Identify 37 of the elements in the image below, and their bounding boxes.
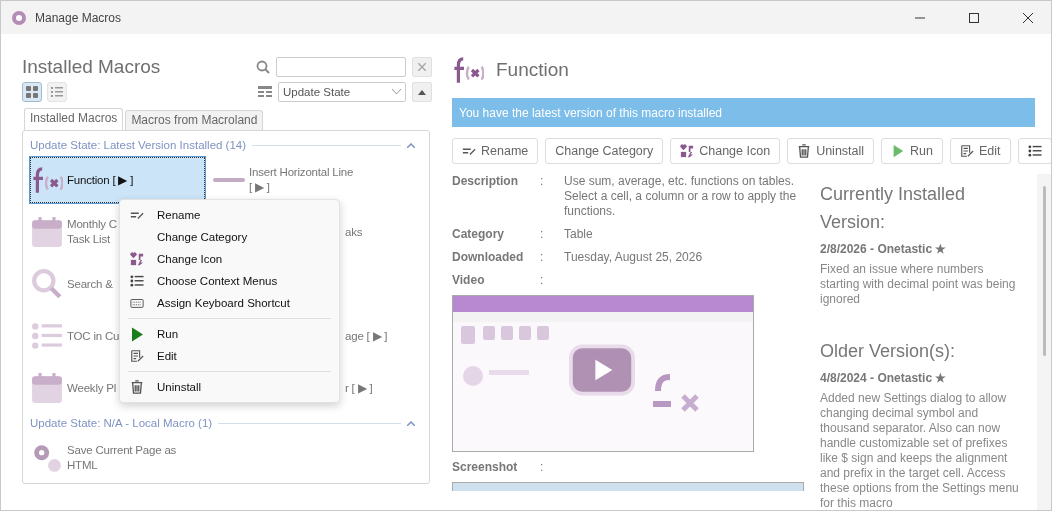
macro-name: Task List bbox=[67, 232, 111, 247]
group-header: Update State: N/A - Local Macro (1) bbox=[30, 417, 213, 429]
version-heading: Older Version(s): bbox=[820, 340, 957, 363]
field-label: Video bbox=[452, 273, 486, 287]
field-label: Description bbox=[452, 174, 519, 188]
macro-name: Search & bbox=[67, 276, 113, 292]
macro-name: Insert Horizontal Line bbox=[249, 165, 354, 180]
macro-name: age [ ▶ ] bbox=[345, 328, 388, 344]
macro-name: [ ▶ ] bbox=[249, 180, 271, 195]
field-label: Category bbox=[452, 227, 505, 241]
version-notes: Added new Settings dialog to allow changing decimal symbol and thousand separator. Also can now handle customizable set of prefixes like $ sign and keeps the alignment and prefix in the target cell. Access these options from the Settings menu for this macro bbox=[820, 391, 1020, 510]
field-separator: : bbox=[540, 460, 545, 474]
macro-title: Function bbox=[496, 59, 569, 81]
field-separator: : bbox=[540, 174, 545, 188]
macro-name: HTML bbox=[67, 458, 99, 473]
macro-name: r [ ▶ ] bbox=[345, 380, 373, 396]
macro-name: Monthly C bbox=[67, 217, 117, 232]
field-label: Downloaded bbox=[452, 250, 525, 264]
version-notes: Fixed an issue where numbers starting with decimal point was being ignored bbox=[820, 262, 1017, 307]
group-header: Update State: Latest Version Installed (14) bbox=[30, 139, 247, 151]
field-label: Screenshot bbox=[452, 460, 519, 474]
field-separator: : bbox=[540, 250, 545, 264]
macro-name: Weekly Pl bbox=[67, 380, 117, 396]
field-separator: : bbox=[540, 227, 545, 241]
macro-name: Function [ ▶ ] bbox=[67, 172, 134, 188]
field-value: Use sum, average, etc. functions on tables. Select a cell, a column or a row to apply the functions. bbox=[564, 174, 798, 219]
status-banner: You have the latest version of this macro installed bbox=[452, 98, 1035, 127]
version-title: 2/8/2026 - Onetastic ★ bbox=[820, 242, 948, 256]
macro-name: Save Current Page as bbox=[67, 443, 177, 458]
panel-title: Installed Macros bbox=[22, 56, 161, 78]
field-value: Tuesday, August 25, 2026 bbox=[564, 250, 704, 265]
macro-name: TOC in Cu bbox=[67, 328, 120, 344]
version-heading: Currently Installed Version: bbox=[820, 183, 967, 234]
field-value: Table bbox=[564, 227, 594, 242]
field-separator: : bbox=[540, 273, 545, 287]
window-title: Manage Macros bbox=[35, 10, 123, 25]
version-title: 4/8/2024 - Onetastic ★ bbox=[820, 371, 948, 385]
